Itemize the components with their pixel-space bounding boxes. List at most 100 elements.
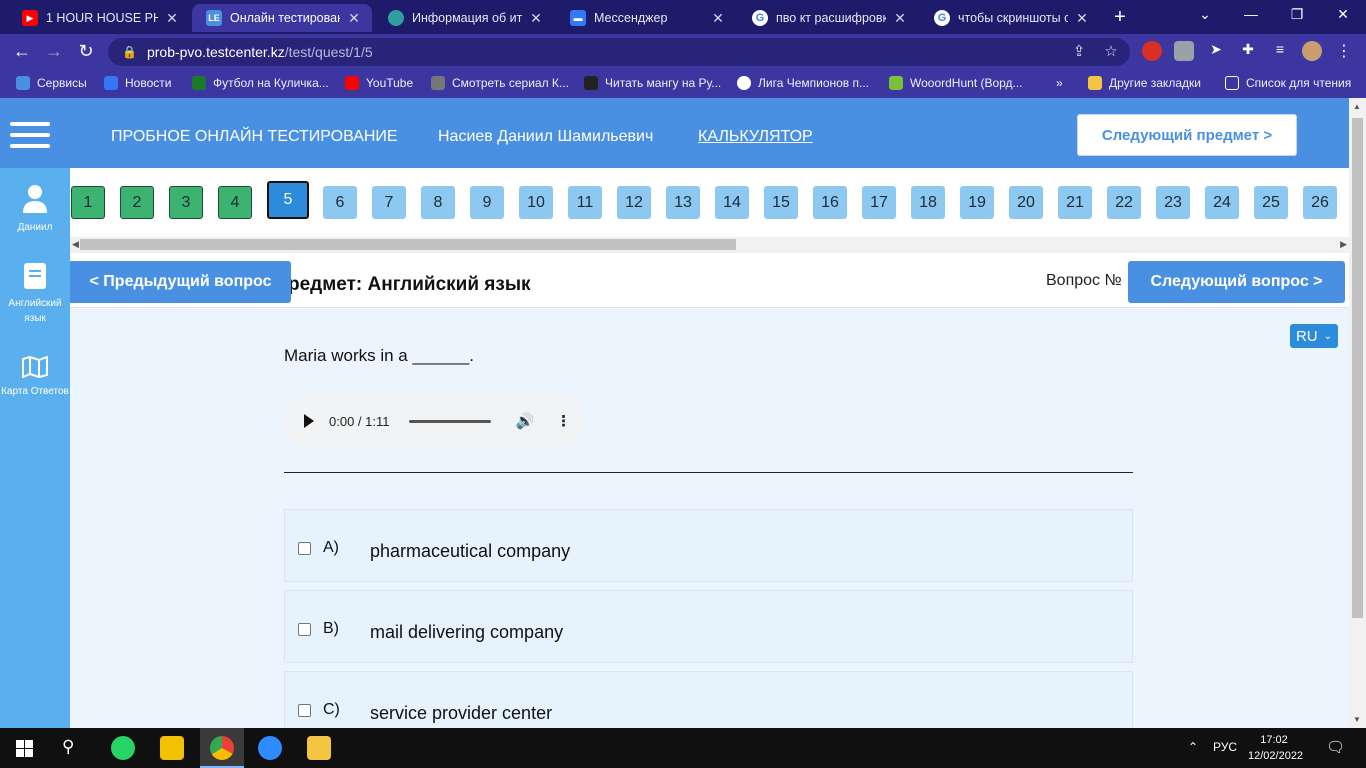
language-select[interactable]: RU ⌄ bbox=[1290, 324, 1338, 348]
question-nav-button-3[interactable]: 3 bbox=[169, 186, 203, 219]
back-icon[interactable]: ← bbox=[10, 41, 34, 62]
question-nav-button-1[interactable]: 1 bbox=[71, 186, 105, 219]
forward-icon[interactable]: → bbox=[42, 41, 66, 62]
close-tab-icon[interactable]: ✕ bbox=[892, 10, 908, 27]
chrome-icon[interactable] bbox=[210, 736, 234, 760]
question-nav-button-17[interactable]: 17 bbox=[862, 186, 896, 219]
question-nav-button-20[interactable]: 20 bbox=[1009, 186, 1043, 219]
question-nav-button-21[interactable]: 21 bbox=[1058, 186, 1092, 219]
bookmark-item[interactable]: Лига Чемпионов п... bbox=[737, 76, 869, 90]
answer-option[interactable]: A) pharmaceutical company bbox=[284, 509, 1133, 582]
bookmark-item[interactable]: Новости bbox=[104, 76, 171, 90]
answer-option[interactable]: B) mail delivering company bbox=[284, 590, 1133, 663]
restore-icon[interactable]: ❐ bbox=[1282, 6, 1312, 23]
search-icon[interactable]: ⚲ bbox=[62, 737, 74, 757]
browser-tab[interactable]: ▬ Мессенджер ✕ bbox=[556, 4, 736, 32]
question-nav-button-13[interactable]: 13 bbox=[666, 186, 700, 219]
cursor-extension-icon[interactable]: ➤ bbox=[1206, 41, 1226, 61]
bookmark-item[interactable]: Другие закладки bbox=[1088, 76, 1201, 90]
question-nav-button-22[interactable]: 22 bbox=[1107, 186, 1141, 219]
bookmark-item[interactable]: Смотреть сериал К... bbox=[431, 76, 569, 90]
adblock-extension-icon[interactable] bbox=[1142, 41, 1162, 61]
browser-tab-active[interactable]: LE Онлайн тестировани ✕ bbox=[192, 4, 372, 32]
bookmark-item[interactable]: WooordHunt (Ворд... bbox=[889, 76, 1023, 90]
tray-chevron-icon[interactable]: ⌃ bbox=[1188, 740, 1198, 754]
question-nav-button-18[interactable]: 18 bbox=[911, 186, 945, 219]
question-nav-button-6[interactable]: 6 bbox=[323, 186, 357, 219]
question-nav-button-25[interactable]: 25 bbox=[1254, 186, 1288, 219]
question-nav-button-23[interactable]: 23 bbox=[1156, 186, 1190, 219]
bookmark-item[interactable]: Сервисы bbox=[16, 76, 87, 90]
share-icon[interactable]: ⇪ bbox=[1068, 42, 1090, 60]
volume-icon[interactable]: 🔊 bbox=[515, 412, 534, 430]
browser-tab[interactable]: G пво кт расшифровка ✕ bbox=[738, 4, 918, 32]
question-nav-button-5[interactable]: 5 bbox=[267, 181, 309, 219]
close-tab-icon[interactable]: ✕ bbox=[1074, 10, 1090, 27]
answer-checkbox[interactable] bbox=[298, 704, 311, 717]
new-tab-icon[interactable]: + bbox=[1110, 6, 1130, 29]
question-nav-button-7[interactable]: 7 bbox=[372, 186, 406, 219]
close-tab-icon[interactable]: ✕ bbox=[346, 10, 362, 27]
sticky-notes-icon[interactable] bbox=[160, 736, 184, 760]
browser-tab[interactable]: ▶ 1 HOUR HOUSE PHON ✕ bbox=[8, 4, 190, 32]
clock[interactable]: 17:02 12/02/2022 bbox=[1248, 732, 1303, 764]
browser-tab[interactable]: Информация об итог ✕ bbox=[374, 4, 554, 32]
next-question-button[interactable]: Следующий вопрос > bbox=[1128, 261, 1345, 303]
question-nav-button-16[interactable]: 16 bbox=[813, 186, 847, 219]
close-window-icon[interactable]: ✕ bbox=[1328, 6, 1358, 23]
answer-option[interactable]: C) service provider center bbox=[284, 671, 1133, 728]
extensions-puzzle-icon[interactable]: ✚ bbox=[1238, 41, 1258, 61]
answer-checkbox[interactable] bbox=[298, 623, 311, 636]
scrollbar-thumb[interactable] bbox=[1352, 118, 1363, 618]
more-options-icon[interactable]: ⋮ bbox=[556, 412, 571, 430]
previous-question-button[interactable]: < Предыдущий вопрос bbox=[70, 261, 291, 303]
browser-tab[interactable]: G чтобы скриншоты со ✕ bbox=[920, 4, 1100, 32]
question-nav-button-9[interactable]: 9 bbox=[470, 186, 504, 219]
scrollbar-thumb[interactable] bbox=[80, 239, 736, 250]
sidebar-item-answer-map[interactable]: Карта Ответов bbox=[0, 356, 70, 399]
bookmark-item[interactable]: Футбол на Куличка... bbox=[192, 76, 329, 90]
input-language[interactable]: РУС bbox=[1213, 740, 1237, 754]
reload-icon[interactable]: ↻ bbox=[74, 41, 98, 62]
bookmark-item[interactable]: Читать мангу на Ру... bbox=[584, 76, 721, 90]
vertical-scrollbar[interactable]: ▲ ▼ bbox=[1349, 98, 1366, 728]
answer-checkbox[interactable] bbox=[298, 542, 311, 555]
question-nav-button-26[interactable]: 26 bbox=[1303, 186, 1337, 219]
scroll-down-icon[interactable]: ▼ bbox=[1353, 715, 1361, 724]
close-tab-icon[interactable]: ✕ bbox=[164, 10, 180, 27]
question-nav-button-15[interactable]: 15 bbox=[764, 186, 798, 219]
close-tab-icon[interactable]: ✕ bbox=[528, 10, 544, 27]
question-nav-button-24[interactable]: 24 bbox=[1205, 186, 1239, 219]
browser-menu-icon[interactable]: ⋮ bbox=[1334, 41, 1354, 61]
question-nav-button-2[interactable]: 2 bbox=[120, 186, 154, 219]
file-explorer-icon[interactable] bbox=[307, 736, 331, 760]
bookmark-star-icon[interactable]: ☆ bbox=[1100, 42, 1122, 60]
url-input[interactable]: 🔒 prob-pvo.testcenter.kz/test/quest/1/5 bbox=[108, 38, 1130, 66]
scroll-up-icon[interactable]: ▲ bbox=[1353, 102, 1361, 111]
sidebar-item-subject[interactable]: Английский язык bbox=[0, 262, 70, 326]
zoom-icon[interactable] bbox=[258, 736, 282, 760]
scroll-left-icon[interactable]: ◀ bbox=[72, 239, 79, 250]
extension-icon[interactable] bbox=[1174, 41, 1194, 61]
question-nav-button-11[interactable]: 11 bbox=[568, 186, 602, 219]
question-nav-button-14[interactable]: 14 bbox=[715, 186, 749, 219]
minimize-icon[interactable]: — bbox=[1236, 6, 1266, 22]
question-nav-button-10[interactable]: 10 bbox=[519, 186, 553, 219]
question-nav-button-12[interactable]: 12 bbox=[617, 186, 651, 219]
question-nav-button-19[interactable]: 19 bbox=[960, 186, 994, 219]
tab-search-icon[interactable]: ⌄ bbox=[1190, 6, 1220, 23]
question-nav-button-8[interactable]: 8 bbox=[421, 186, 455, 219]
bookmark-item[interactable]: Список для чтения bbox=[1225, 76, 1351, 90]
whatsapp-icon[interactable] bbox=[111, 736, 135, 760]
menu-hamburger-icon[interactable] bbox=[10, 122, 50, 148]
windows-start-icon[interactable] bbox=[16, 740, 33, 757]
next-subject-button[interactable]: Следующий предмет > bbox=[1077, 114, 1297, 156]
profile-avatar[interactable] bbox=[1302, 41, 1322, 61]
audio-progress-slider[interactable] bbox=[409, 419, 492, 423]
bookmarks-overflow[interactable]: » bbox=[1056, 76, 1063, 90]
scroll-right-icon[interactable]: ▶ bbox=[1340, 239, 1347, 250]
notifications-icon[interactable]: 🗨 bbox=[1326, 738, 1345, 756]
reading-list-icon[interactable]: ≡ bbox=[1270, 41, 1290, 61]
question-nav-button-4[interactable]: 4 bbox=[218, 186, 252, 219]
close-tab-icon[interactable]: ✕ bbox=[710, 10, 726, 27]
